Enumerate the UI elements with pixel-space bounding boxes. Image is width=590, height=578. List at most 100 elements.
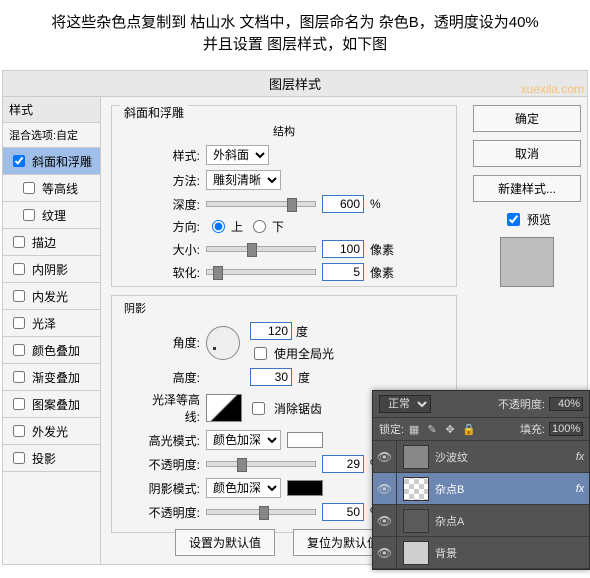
layer-row[interactable]: 👁 沙波纹fx	[373, 441, 589, 473]
sidebar-item-label: 内发光	[32, 288, 68, 305]
direction-down-radio[interactable]	[253, 220, 266, 233]
layer-name[interactable]: 背景	[435, 545, 571, 561]
depth-slider[interactable]	[206, 201, 316, 207]
highlight-opacity-input[interactable]: 29	[322, 455, 364, 473]
style-label: 样式:	[142, 147, 200, 164]
sidebar-item-checkbox[interactable]	[23, 209, 35, 221]
instruction-line2: 并且设置 图层样式，如下图	[10, 34, 580, 56]
sidebar-item-6[interactable]: 光泽	[3, 310, 100, 337]
style-select[interactable]: 外斜面	[206, 145, 269, 165]
shadow-opacity-input[interactable]: 50	[322, 503, 364, 521]
sidebar-item-3[interactable]: 描边	[3, 229, 100, 256]
depth-input[interactable]: 600	[322, 195, 364, 213]
lock-label: 锁定:	[379, 421, 404, 437]
fill-label: 填充:	[520, 421, 545, 437]
styles-sidebar: 样式 混合选项:自定 斜面和浮雕等高线纹理描边内阴影内发光光泽颜色叠加渐变叠加图…	[3, 97, 101, 564]
lock-position-icon[interactable]: ✥	[444, 423, 456, 435]
make-default-button[interactable]: 设置为默认值	[175, 529, 275, 556]
layer-name[interactable]: 杂点A	[435, 513, 571, 529]
sidebar-item-5[interactable]: 内发光	[3, 283, 100, 310]
depth-label: 深度:	[142, 196, 200, 213]
eye-icon[interactable]: 👁	[373, 537, 397, 568]
sidebar-item-checkbox[interactable]	[13, 344, 25, 356]
layer-thumbnail[interactable]	[403, 477, 429, 501]
sidebar-item-checkbox[interactable]	[13, 371, 25, 383]
size-unit: 像素	[370, 241, 394, 258]
shadow-color-swatch[interactable]	[287, 480, 323, 496]
shadow-opacity-slider[interactable]	[206, 509, 316, 515]
sidebar-item-2[interactable]: 纹理	[3, 202, 100, 229]
depth-unit: %	[370, 197, 381, 211]
highlight-color-swatch[interactable]	[287, 432, 323, 448]
preview-swatch	[500, 237, 554, 287]
sidebar-item-checkbox[interactable]	[13, 398, 25, 410]
layer-row[interactable]: 👁 杂点A	[373, 505, 589, 537]
eye-icon[interactable]: 👁	[373, 505, 397, 536]
highlight-opacity-slider[interactable]	[206, 461, 316, 467]
global-light-checkbox[interactable]	[254, 347, 267, 360]
soften-input[interactable]: 5	[322, 263, 364, 281]
layer-opacity-label: 不透明度:	[498, 396, 545, 412]
fill-input[interactable]: 100%	[549, 422, 583, 436]
layer-thumbnail[interactable]	[403, 445, 429, 469]
sidebar-item-11[interactable]: 投影	[3, 445, 100, 472]
sidebar-item-label: 光泽	[32, 315, 56, 332]
gloss-contour-picker[interactable]	[206, 394, 242, 422]
layer-row[interactable]: 👁 背景	[373, 537, 589, 569]
layer-opacity-input[interactable]: 40%	[549, 397, 583, 411]
direction-up-radio[interactable]	[212, 220, 225, 233]
sidebar-item-checkbox[interactable]	[13, 317, 25, 329]
sidebar-item-1[interactable]: 等高线	[3, 175, 100, 202]
sidebar-item-checkbox[interactable]	[23, 182, 35, 194]
lock-transparency-icon[interactable]: ▦	[408, 423, 420, 435]
sidebar-item-checkbox[interactable]	[13, 155, 25, 167]
angle-input[interactable]: 120	[250, 322, 292, 340]
layer-fx-indicator[interactable]: fx	[571, 451, 589, 463]
layer-name[interactable]: 沙波纹	[435, 449, 571, 465]
direction-down-label: 下	[272, 218, 284, 235]
layer-blend-mode-select[interactable]: 正常	[379, 395, 431, 413]
technique-select[interactable]: 雕刻清晰	[206, 170, 281, 190]
sidebar-item-label: 投影	[32, 450, 56, 467]
layer-thumbnail[interactable]	[403, 541, 429, 565]
highlight-mode-select[interactable]: 颜色加深	[206, 430, 281, 450]
sidebar-item-9[interactable]: 图案叠加	[3, 391, 100, 418]
sidebar-item-checkbox[interactable]	[13, 236, 25, 248]
soften-unit: 像素	[370, 264, 394, 281]
layer-name[interactable]: 杂点B	[435, 481, 571, 497]
sidebar-item-7[interactable]: 颜色叠加	[3, 337, 100, 364]
ok-button[interactable]: 确定	[473, 105, 581, 132]
soften-slider[interactable]	[206, 269, 316, 275]
direction-label: 方向:	[142, 218, 200, 235]
sidebar-item-4[interactable]: 内阴影	[3, 256, 100, 283]
sidebar-blend-options[interactable]: 混合选项:自定	[3, 123, 100, 148]
sidebar-item-checkbox[interactable]	[13, 263, 25, 275]
cancel-button[interactable]: 取消	[473, 140, 581, 167]
sidebar-header: 样式	[3, 97, 100, 123]
sidebar-item-0[interactable]: 斜面和浮雕	[3, 148, 100, 175]
eye-icon[interactable]: 👁	[373, 473, 397, 504]
preview-checkbox[interactable]	[507, 213, 520, 226]
sidebar-item-label: 描边	[32, 234, 56, 251]
lock-all-icon[interactable]: 🔒	[462, 423, 474, 435]
antialias-checkbox[interactable]	[252, 402, 265, 415]
altitude-input[interactable]: 30	[250, 368, 292, 386]
angle-wheel[interactable]	[206, 326, 240, 360]
size-input[interactable]: 100	[322, 240, 364, 258]
size-slider[interactable]	[206, 246, 316, 252]
sidebar-item-checkbox[interactable]	[13, 425, 25, 437]
sidebar-item-checkbox[interactable]	[13, 290, 25, 302]
sidebar-item-checkbox[interactable]	[13, 452, 25, 464]
layer-row[interactable]: 👁 杂点Bfx	[373, 473, 589, 505]
technique-label: 方法:	[142, 172, 200, 189]
preview-label: 预览	[527, 211, 551, 228]
layer-fx-indicator[interactable]: fx	[571, 483, 589, 495]
eye-icon[interactable]: 👁	[373, 441, 397, 472]
sidebar-item-10[interactable]: 外发光	[3, 418, 100, 445]
layer-thumbnail[interactable]	[403, 509, 429, 533]
lock-pixels-icon[interactable]: ✎	[426, 423, 438, 435]
sidebar-item-8[interactable]: 渐变叠加	[3, 364, 100, 391]
instruction-line1: 将这些杂色点复制到 枯山水 文档中，图层命名为 杂色B，透明度设为40%	[10, 12, 580, 34]
shadow-mode-select[interactable]: 颜色加深	[206, 478, 281, 498]
new-style-button[interactable]: 新建样式...	[473, 175, 581, 202]
